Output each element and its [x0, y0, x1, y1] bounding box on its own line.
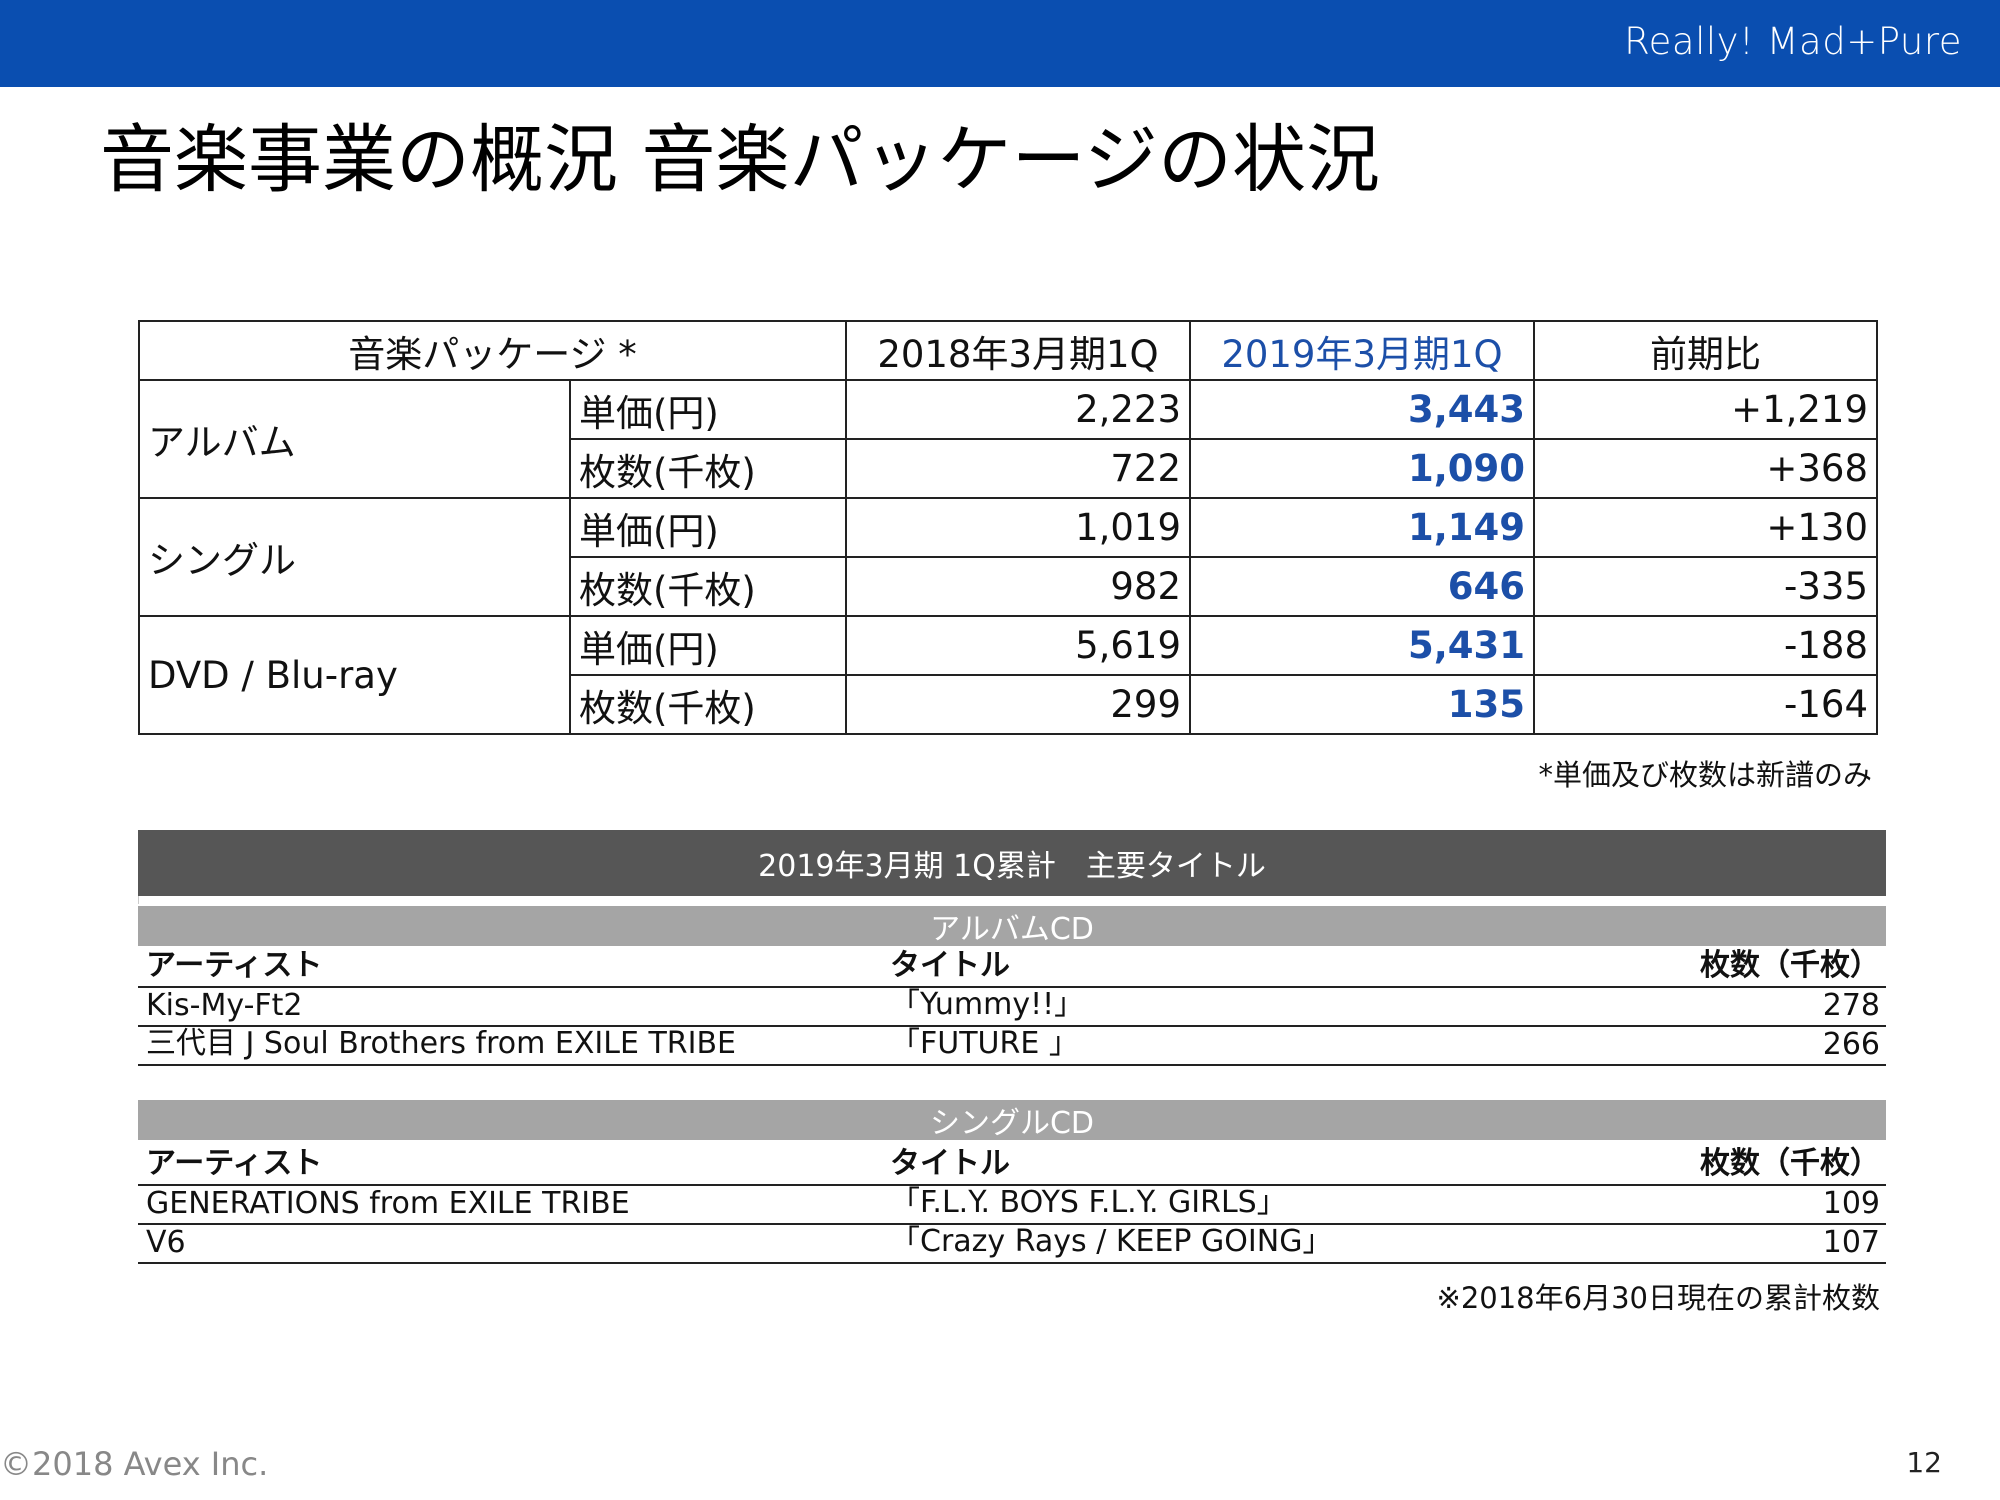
value-diff: +368 [1533, 438, 1878, 499]
value-diff: +1,219 [1533, 379, 1878, 440]
value-diff: -188 [1533, 615, 1878, 676]
metric-label: 単価(円) [569, 497, 847, 558]
col-artist: アーティスト [146, 948, 323, 983]
category-dvd-bluray: DVD / Blu-ray [138, 615, 571, 735]
release-title: 「F.L.Y. BOYS F.L.Y. GIRLS」 [890, 1185, 1287, 1220]
value-prev: 1,019 [845, 497, 1191, 558]
release-title: 「Yummy!!」 [890, 987, 1085, 1022]
artist-name: GENERATIONS from EXILE TRIBE [146, 1186, 630, 1221]
divider [138, 896, 1886, 904]
release-count: 266 [1822, 1027, 1880, 1062]
value-prev: 5,619 [845, 615, 1191, 676]
value-diff: -335 [1533, 556, 1878, 617]
single-cd-band: シングルCD [138, 1100, 1886, 1141]
header-yoy: 前期比 [1533, 320, 1878, 381]
value-diff: +130 [1533, 497, 1878, 558]
album-cd-band: アルバムCD [138, 906, 1886, 947]
table-row: シングル 単価(円) 1,019 1,149 +130 [138, 497, 1878, 617]
value-curr: 135 [1189, 674, 1535, 735]
category-single: シングル [138, 497, 571, 617]
package-table-header: 音楽パッケージ * 2018年3月期1Q 2019年3月期1Q 前期比 [138, 320, 1878, 381]
value-curr: 3,443 [1189, 379, 1535, 440]
release-count: 107 [1822, 1225, 1880, 1260]
col-count: 枚数（千枚） [1700, 1146, 1880, 1181]
artist-name: V6 [146, 1225, 186, 1260]
table-row: アルバム 単価(円) 2,223 3,443 +1,219 [138, 379, 1878, 499]
metric-label: 枚数(千枚) [569, 438, 847, 499]
metric-label: 枚数(千枚) [569, 556, 847, 617]
metric-label: 単価(円) [569, 379, 847, 440]
value-prev: 2,223 [845, 379, 1191, 440]
col-title: タイトル [890, 1146, 1010, 1181]
value-curr: 646 [1189, 556, 1535, 617]
header-package: 音楽パッケージ * [138, 320, 847, 381]
release-title: 「Crazy Rays / KEEP GOING」 [890, 1224, 1333, 1259]
value-curr: 1,090 [1189, 438, 1535, 499]
page-title: 音楽事業の概況 音楽パッケージの状況 [100, 117, 1381, 203]
release-count: 278 [1822, 988, 1880, 1023]
value-prev: 982 [845, 556, 1191, 617]
titles-section-heading: 2019年3月期 1Q累計 主要タイトル [138, 830, 1886, 896]
header-bar: Really! Mad+Pure [0, 0, 2000, 87]
release-count: 109 [1822, 1186, 1880, 1221]
metric-label: 枚数(千枚) [569, 674, 847, 735]
table-row: V6 「Crazy Rays / KEEP GOING」 107 [138, 1224, 1886, 1264]
table-row: DVD / Blu-ray 単価(円) 5,619 5,431 -188 [138, 615, 1878, 735]
value-curr: 5,431 [1189, 615, 1535, 676]
metric-label: 単価(円) [569, 615, 847, 676]
value-diff: -164 [1533, 674, 1878, 735]
copyright: ©2018 Avex Inc. [0, 1445, 269, 1483]
page-number: 12 [1906, 1446, 1942, 1479]
package-table: 音楽パッケージ * 2018年3月期1Q 2019年3月期1Q 前期比 アルバム… [138, 320, 1878, 735]
col-title: タイトル [890, 948, 1010, 983]
brand-tagline: Really! Mad+Pure [1624, 20, 1962, 63]
col-count: 枚数（千枚） [1700, 948, 1880, 983]
value-prev: 299 [845, 674, 1191, 735]
artist-name: 三代目 J Soul Brothers from EXILE TRIBE [146, 1026, 737, 1061]
value-prev: 722 [845, 438, 1191, 499]
table-row: 三代目 J Soul Brothers from EXILE TRIBE 「FU… [138, 1026, 1886, 1066]
col-artist: アーティスト [146, 1146, 323, 1181]
header-curr-period: 2019年3月期1Q [1189, 320, 1535, 381]
titles-footnote: ※2018年6月30日現在の累計枚数 [1436, 1281, 1880, 1315]
header-prev-period: 2018年3月期1Q [845, 320, 1191, 381]
package-footnote: *単価及び枚数は新譜のみ [1538, 758, 1872, 792]
value-curr: 1,149 [1189, 497, 1535, 558]
release-title: 「FUTURE 」 [890, 1026, 1079, 1061]
category-album: アルバム [138, 379, 571, 499]
